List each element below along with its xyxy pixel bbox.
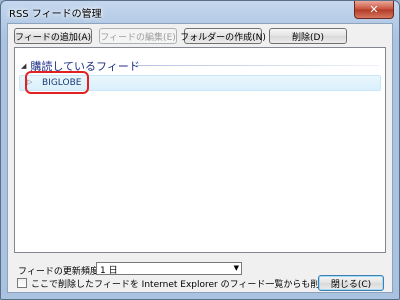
dropdown-arrow-icon[interactable]: ▼	[234, 263, 239, 274]
window-close-button[interactable]: ✕	[354, 1, 394, 19]
create-folder-button[interactable]: フォルダーの作成(N)	[180, 28, 266, 44]
close-button[interactable]: 閉じる(C)	[318, 275, 384, 291]
update-frequency-value: 1 日	[100, 266, 118, 276]
add-feed-button[interactable]: フィードの追加(A)	[14, 28, 92, 44]
edit-feed-button[interactable]: フィードの編集(E)	[99, 28, 177, 44]
feed-list[interactable]: ◢ 購読しているフィード ▷ BIGLOBE	[14, 47, 386, 253]
group-divider	[135, 65, 379, 66]
update-frequency-select[interactable]: 1 日 ▼	[96, 262, 242, 276]
close-icon: ✕	[369, 3, 379, 16]
highlight-annotation	[25, 71, 89, 94]
dialog-body: フィードの追加(A) フィードの編集(E) フォルダーの作成(N) 削除(D) …	[7, 23, 393, 293]
delete-from-ie-label[interactable]: ここで削除したフィードを Internet Explorer のフィード一覧から…	[31, 277, 359, 290]
rss-feed-manager-window: RSS フィードの管理 ✕ フィードの追加(A) フィードの編集(E) フォルダ…	[0, 0, 400, 300]
delete-from-ie-checkbox[interactable]	[17, 278, 27, 288]
collapse-triangle-icon[interactable]: ◢	[21, 62, 26, 70]
title-bar[interactable]: RSS フィードの管理 ✕	[1, 1, 399, 22]
window-title: RSS フィードの管理	[9, 9, 102, 20]
delete-button[interactable]: 削除(D)	[269, 28, 347, 44]
